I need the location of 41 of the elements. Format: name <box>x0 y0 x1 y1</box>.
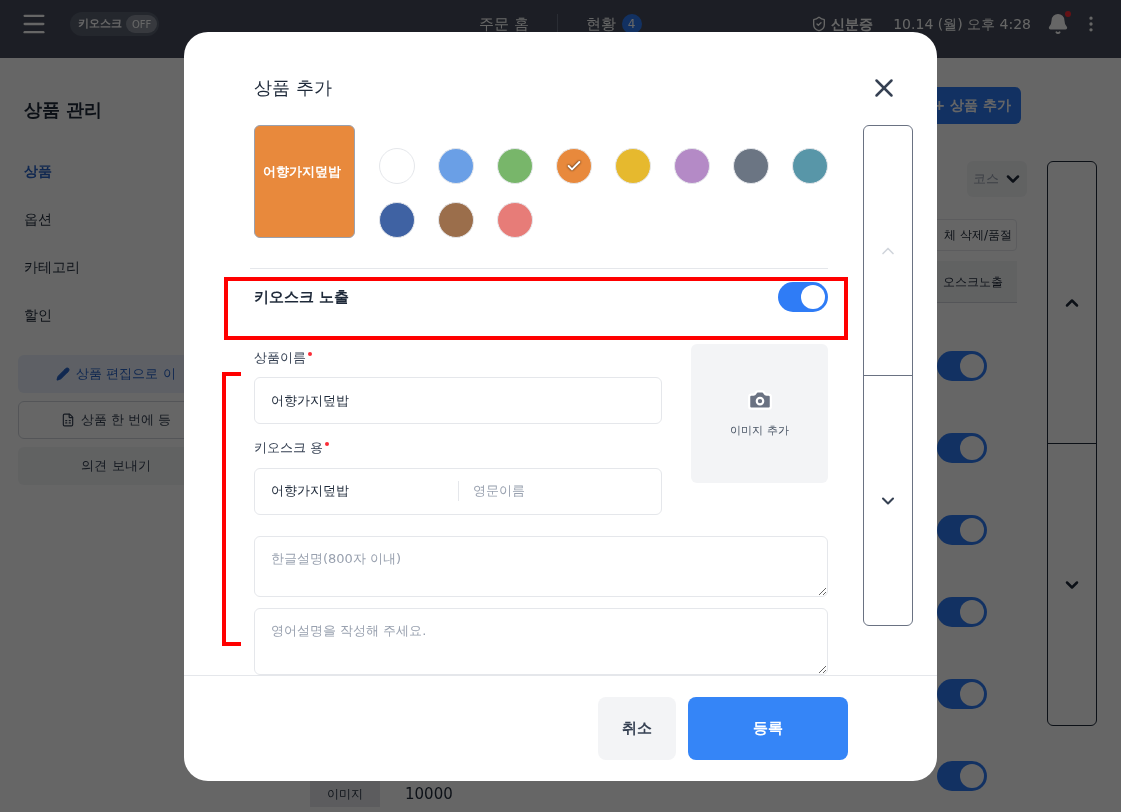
product-preview: 어향가지덮밥 <box>254 125 355 238</box>
color-swatch[interactable] <box>792 148 828 184</box>
bell-icon[interactable] <box>1047 13 1069 35</box>
field-label: 상품이름 <box>254 347 662 368</box>
color-swatch[interactable] <box>733 148 769 184</box>
price-text: 10000 <box>405 783 453 805</box>
pencil-icon <box>56 367 71 381</box>
kiosk-name-field[interactable]: 어향가지덮밥 <box>255 481 459 501</box>
color-swatch[interactable] <box>674 148 710 184</box>
color-swatch[interactable] <box>615 148 651 184</box>
cancel-button[interactable]: 취소 <box>598 697 676 760</box>
sidebar-title: 상품 관리 <box>24 98 104 122</box>
color-swatch[interactable] <box>497 202 533 238</box>
color-swatch[interactable] <box>438 148 474 184</box>
color-swatch[interactable] <box>379 148 415 184</box>
date-time: 10.14 (월) 오후 4:28 <box>893 14 1031 34</box>
kiosk-exposure-label: 키오스크 노출 <box>254 287 350 308</box>
english-description-field[interactable]: 영어설명을 작성해 주세요. <box>254 608 828 675</box>
color-swatch[interactable] <box>379 202 415 238</box>
color-swatch[interactable] <box>556 148 592 184</box>
color-swatch[interactable] <box>497 148 533 184</box>
spreadsheet-icon <box>60 413 75 427</box>
image-field[interactable]: 이미지 <box>310 781 380 807</box>
register-button[interactable]: 등록 <box>688 697 848 760</box>
dialog-title: 상품 추가 <box>254 76 333 100</box>
kiosk-toggle[interactable] <box>937 761 987 791</box>
kiosk-toggle[interactable] <box>937 351 987 381</box>
count-badge: 4 <box>621 14 642 34</box>
kiosk-toggle[interactable] <box>937 679 987 709</box>
nav-tab[interactable]: 주문 홈 <box>478 12 529 36</box>
korean-description-field[interactable]: 한글설명(800자 이내) <box>254 535 828 597</box>
kiosk-toggle[interactable] <box>937 433 987 463</box>
status-label: 신분증 <box>831 14 874 34</box>
product-name-field[interactable]: 어향가지덮밥 <box>254 377 662 425</box>
english-name-field[interactable]: 영문이름 <box>459 481 661 501</box>
kiosk-exposure-toggle[interactable] <box>778 282 828 313</box>
field-label: 키오스크 용 <box>254 438 662 458</box>
color-swatch[interactable] <box>438 202 474 238</box>
kiosk-toggle[interactable] <box>937 597 987 627</box>
kiosk-toggle[interactable] <box>937 515 987 545</box>
add-image-button[interactable]: 이미지 추가 <box>691 343 828 483</box>
